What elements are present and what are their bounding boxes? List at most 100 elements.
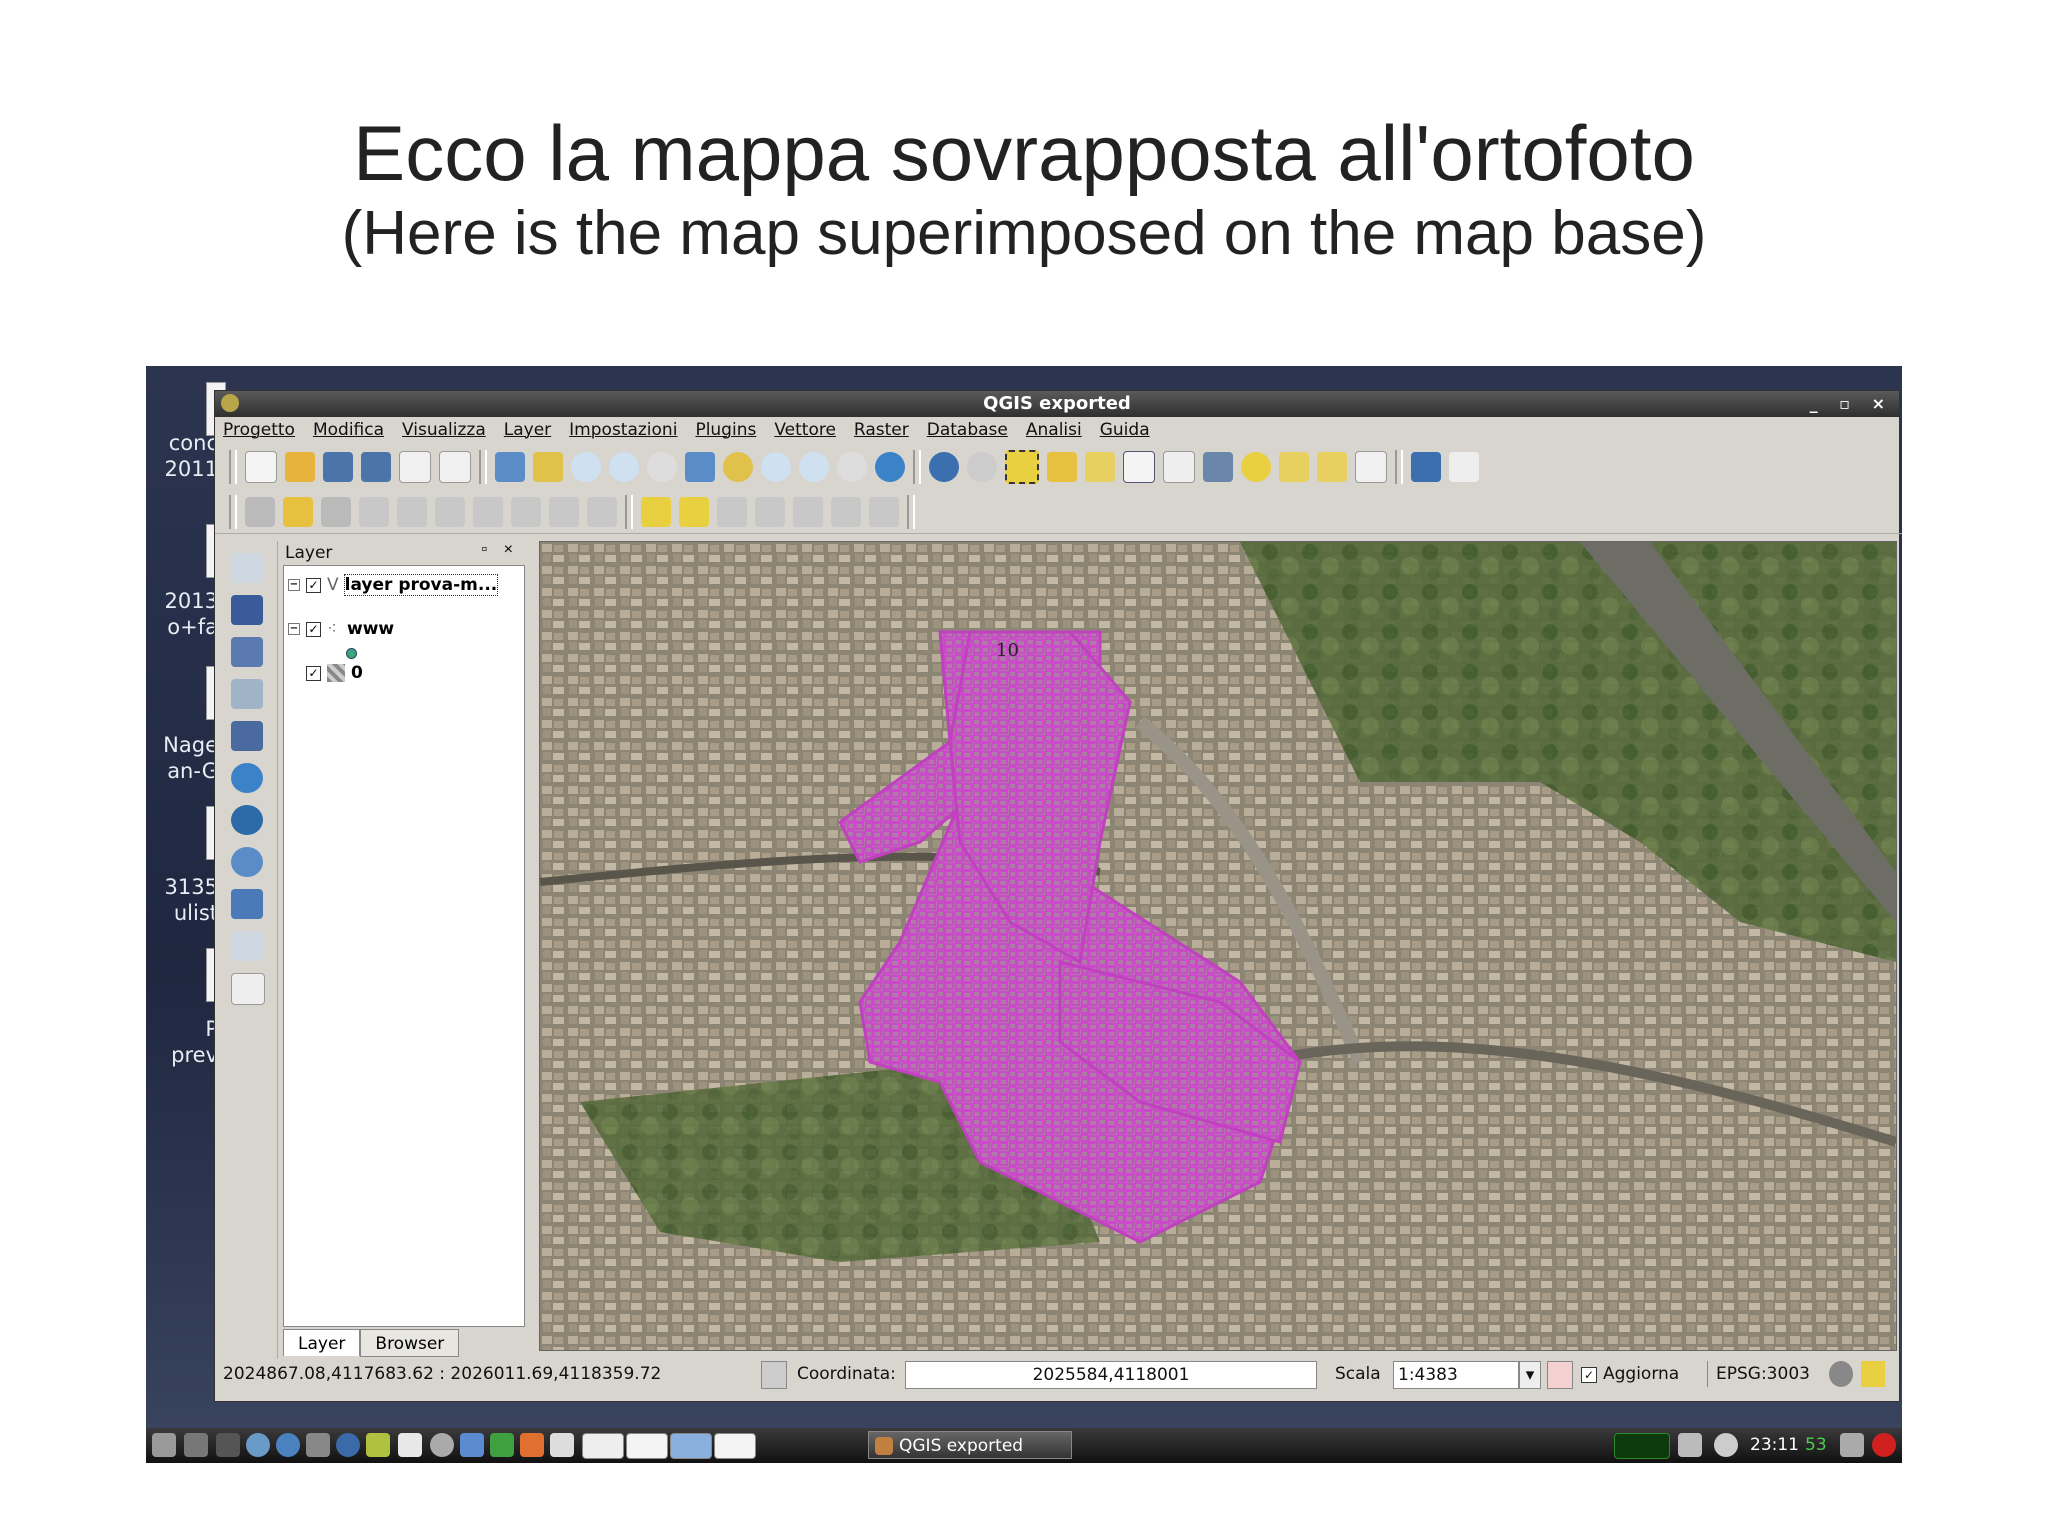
node-tool-icon[interactable] [435,497,465,527]
menu-guida[interactable]: Guida [1100,417,1150,443]
scale-combobox[interactable]: 1:4383 [1393,1361,1519,1389]
file-manager-icon[interactable] [246,1433,270,1457]
impress-icon[interactable] [520,1433,544,1457]
menu-database[interactable]: Database [927,417,1008,443]
show-hide-labels-icon[interactable] [755,497,785,527]
add-postgis-layer-icon[interactable] [231,637,263,667]
network-search-icon[interactable] [1678,1433,1702,1457]
zoom-actual-size-icon[interactable] [647,452,677,482]
show-bookmarks-icon[interactable] [1317,452,1347,482]
crs-status-button[interactable]: EPSG:3003 [1707,1361,1810,1387]
window-controls[interactable]: _ ▫ × [1810,391,1893,417]
zoom-in-icon[interactable] [571,452,601,482]
layer-item[interactable]: − ✓ V layer prova-m... [288,574,499,596]
refresh-checkbox[interactable]: ✓ [1581,1367,1597,1383]
open-project-icon[interactable] [285,452,315,482]
menu-modifica[interactable]: Modifica [313,417,384,443]
current-edits-icon[interactable] [245,497,275,527]
measure-line-icon[interactable] [1203,452,1233,482]
add-vector-layer-icon[interactable] [231,553,263,583]
select-features-icon[interactable] [1005,450,1039,484]
zoom-to-selection-icon[interactable] [723,452,753,482]
new-project-icon[interactable] [245,451,277,483]
menu-vettore[interactable]: Vettore [774,417,836,443]
add-wms-layer-icon[interactable] [231,763,263,793]
menu-progetto[interactable]: Progetto [223,417,295,443]
collapse-icon[interactable]: − [288,579,300,591]
start-menu-icon[interactable] [152,1433,176,1457]
move-label-icon[interactable] [793,497,823,527]
menu-analisi[interactable]: Analisi [1026,417,1082,443]
messages-warning-icon[interactable] [1861,1361,1885,1387]
zoom-out-icon[interactable] [609,452,639,482]
save-project-icon[interactable] [323,452,353,482]
add-wfs-layer-icon[interactable] [231,847,263,877]
new-shapefile-icon[interactable] [231,931,263,961]
move-feature-icon[interactable] [397,497,427,527]
new-layer-icon[interactable] [231,973,265,1005]
show-desktop-icon[interactable] [184,1433,208,1457]
pan-icon[interactable] [495,452,525,482]
coordinate-field[interactable]: 2025584,4118001 [905,1361,1317,1389]
field-calculator-icon[interactable] [1163,451,1195,483]
add-delimited-text-icon[interactable] [231,889,263,919]
writer-icon[interactable] [460,1433,484,1457]
minimize-all-icon[interactable] [216,1433,240,1457]
add-raster-layer-icon[interactable] [231,595,263,625]
workspace-1[interactable] [582,1433,624,1459]
gimp-icon[interactable] [398,1433,422,1457]
browser-icon[interactable] [276,1433,300,1457]
window-switcher-icon[interactable] [550,1433,574,1457]
layer-labeling-icon[interactable] [641,497,671,527]
whats-this-icon[interactable] [1449,452,1479,482]
network-app-icon[interactable] [336,1433,360,1457]
clock[interactable]: 23:11 53 [1750,1428,1827,1463]
stop-render-icon[interactable] [1547,1361,1573,1389]
new-print-composer-icon[interactable] [399,451,431,483]
rotate-label-icon[interactable] [831,497,861,527]
tab-layer[interactable]: Layer [283,1329,361,1356]
deselect-icon[interactable] [1047,452,1077,482]
zoom-to-layer-icon[interactable] [761,452,791,482]
zoom-full-icon[interactable] [685,452,715,482]
search-icon[interactable] [306,1433,330,1457]
change-label-icon[interactable] [869,497,899,527]
toggle-extent-icon[interactable] [761,1361,787,1389]
power-icon[interactable] [1872,1433,1896,1457]
menu-visualizza[interactable]: Visualizza [402,417,486,443]
task-qgis-exported[interactable]: QGIS exported [868,1431,1072,1459]
cut-features-icon[interactable] [511,497,541,527]
refresh-icon[interactable] [875,452,905,482]
calc-icon[interactable] [490,1433,514,1457]
scale-dropdown-icon[interactable]: ▾ [1519,1361,1541,1389]
identify-icon[interactable] [929,452,959,482]
add-spatialite-layer-icon[interactable] [231,679,263,709]
menu-plugins[interactable]: Plugins [695,417,756,443]
pan-to-selection-icon[interactable] [533,452,563,482]
menu-raster[interactable]: Raster [854,417,909,443]
add-mssql-layer-icon[interactable] [231,721,263,751]
text-annotation-icon[interactable] [1355,451,1387,483]
paste-features-icon[interactable] [587,497,617,527]
layer-checkbox[interactable]: ✓ [306,577,321,593]
run-action-icon[interactable] [967,452,997,482]
map-tips-icon[interactable] [1241,452,1271,482]
save-edits-icon[interactable] [321,497,351,527]
copy-features-icon[interactable] [549,497,579,527]
pin-labels-icon[interactable] [679,497,709,527]
menu-impostazioni[interactable]: Impostazioni [569,417,677,443]
menu-layer[interactable]: Layer [504,417,551,443]
add-wcs-layer-icon[interactable] [231,805,263,835]
zoom-next-icon[interactable] [837,452,867,482]
help-contents-icon[interactable] [1411,452,1441,482]
layer-checkbox[interactable]: ✓ [306,621,321,637]
add-feature-icon[interactable] [359,497,389,527]
save-as-icon[interactable] [361,452,391,482]
update-notifier-icon[interactable] [1714,1433,1738,1457]
toggle-editing-icon[interactable] [283,497,313,527]
composer-manager-icon[interactable] [439,451,471,483]
select-by-expression-icon[interactable] [1085,452,1115,482]
workspace-3[interactable] [670,1433,712,1459]
map-canvas[interactable]: 10 [539,541,1897,1351]
layer-checkbox[interactable]: ✓ [306,665,321,681]
